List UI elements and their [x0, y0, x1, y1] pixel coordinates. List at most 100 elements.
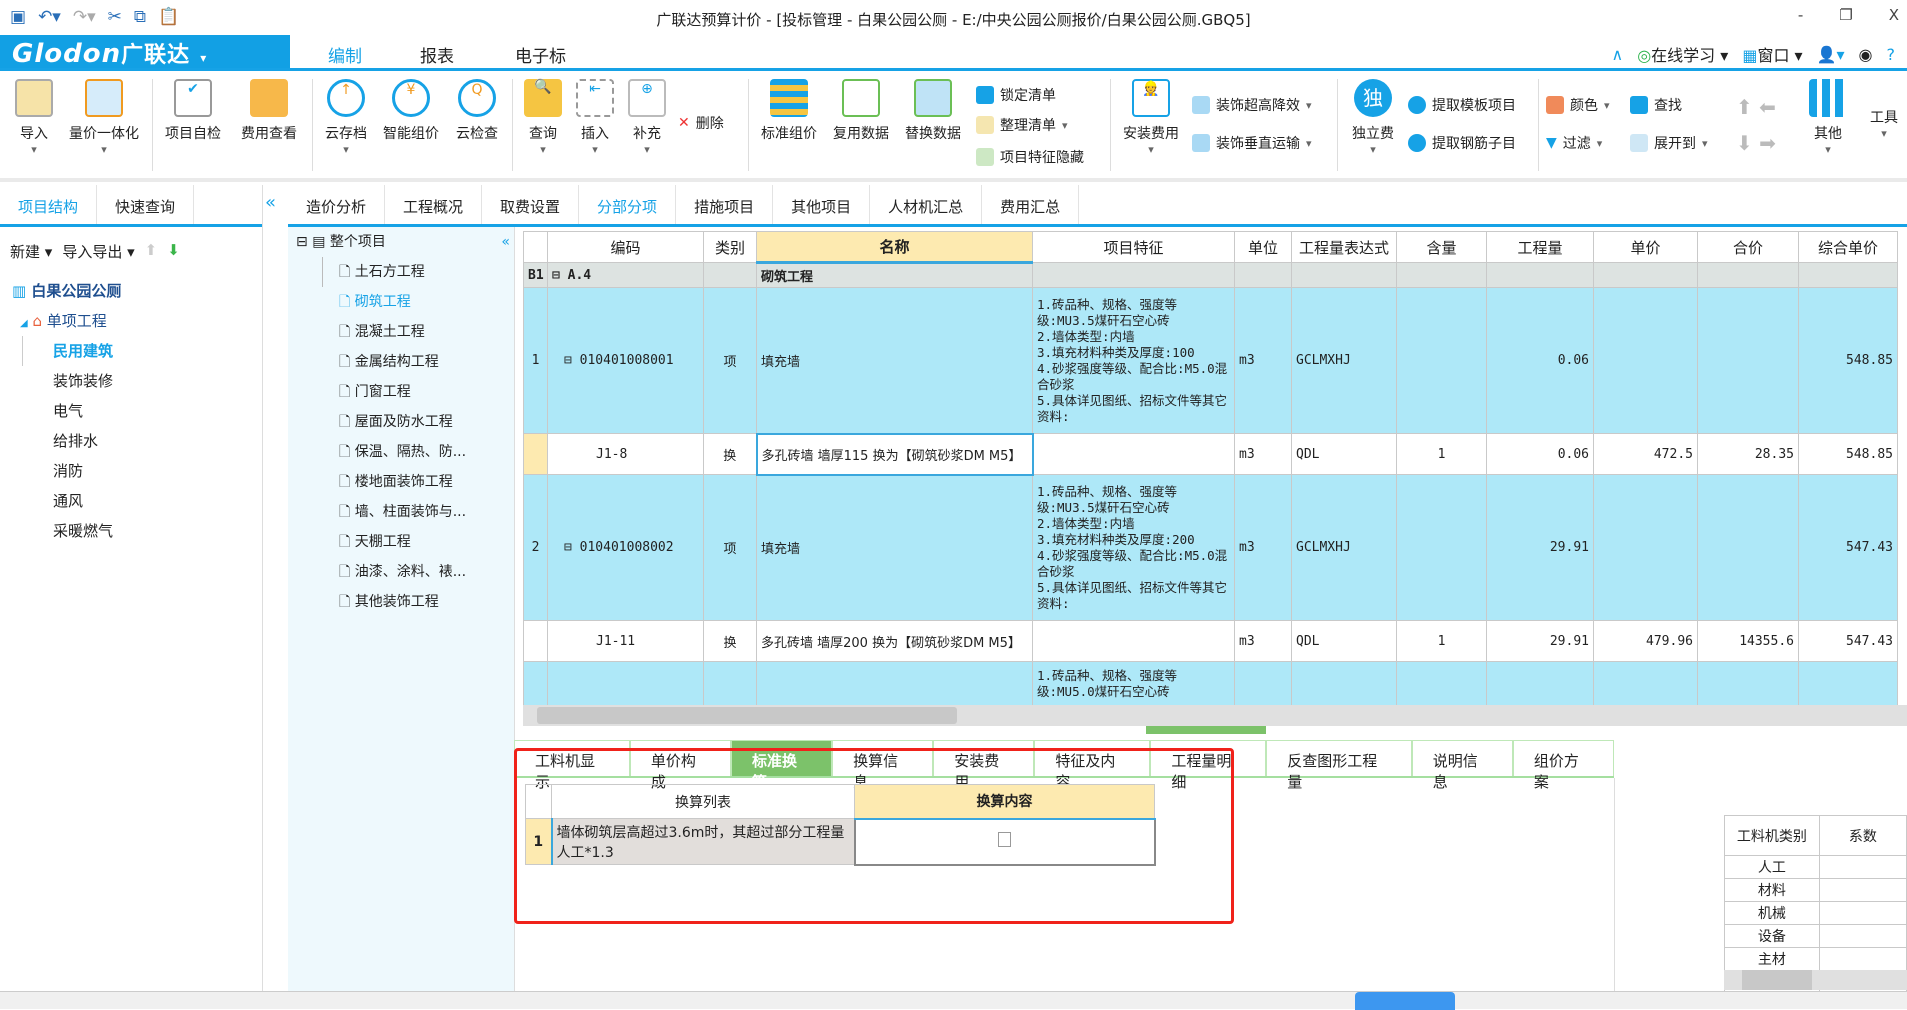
column-header[interactable]: 综合单价: [1798, 231, 1898, 263]
tab-cost-analysis[interactable]: 造价分析: [288, 185, 386, 224]
close-button[interactable]: X: [1889, 6, 1899, 24]
tree-project[interactable]: ▥ 白果公园公厕: [12, 276, 262, 306]
coef-row[interactable]: 材料: [1724, 878, 1907, 902]
extract-rebar-button[interactable]: 提取钢筋子目: [1408, 133, 1516, 153]
filter-button[interactable]: ▼ 过滤 ▾: [1546, 133, 1602, 153]
scroll-thumb[interactable]: [537, 707, 957, 724]
bottom-tab[interactable]: 说明信息: [1411, 740, 1513, 791]
standard-pricing-button[interactable]: 标准组价: [756, 79, 822, 143]
tab-labor-material-summary[interactable]: 人材机汇总: [870, 185, 983, 224]
bill-row[interactable]: 1 ⊟ 010401008001 项填充墙 1.砖品种、规格、强度等级:MU3.5煤矸…: [523, 287, 1898, 434]
collapse-tree-icon[interactable]: «: [501, 227, 514, 257]
query-button[interactable]: 🔍 查询 ▾: [520, 79, 566, 156]
tree-item[interactable]: 🗋 屋面及防水工程: [339, 407, 514, 437]
tree-item[interactable]: 🗋 砌筑工程: [339, 287, 514, 317]
coef-row[interactable]: 机械: [1724, 901, 1907, 925]
bill-row[interactable]: 1.砖品种、规格、强度等级:MU5.0煤矸石空心砖: [523, 661, 1898, 707]
tab-measures[interactable]: 措施项目: [676, 185, 774, 224]
column-header[interactable]: [523, 231, 548, 263]
tab-other-items[interactable]: 其他项目: [773, 185, 871, 224]
arrow-up-icon[interactable]: ⬆: [1736, 95, 1753, 119]
app-menu-button[interactable]: Glodon广联达 ▾: [0, 35, 290, 69]
tree-item[interactable]: 🗋 油漆、涂料、裱...: [339, 557, 514, 587]
reuse-data-button[interactable]: 复用数据: [828, 79, 894, 143]
window-button[interactable]: ▦窗口 ▾: [1742, 42, 1802, 66]
tree-item[interactable]: 给排水: [53, 426, 262, 456]
column-header[interactable]: 合价: [1697, 231, 1799, 263]
self-check-button[interactable]: ✔ 项目自检: [160, 79, 226, 143]
insert-button[interactable]: ⇤ 插入 ▾: [572, 79, 618, 156]
extract-template-button[interactable]: 提取模板项目: [1408, 95, 1516, 115]
column-header[interactable]: 名称: [756, 231, 1033, 264]
replace-data-button[interactable]: 替换数据: [900, 79, 966, 143]
coef-row[interactable]: 人工: [1724, 855, 1907, 879]
tab-report[interactable]: 报表: [420, 42, 454, 67]
collapse-icon[interactable]: ⊟: [564, 540, 572, 555]
move-up-icon[interactable]: ⬆: [145, 241, 158, 262]
import-button[interactable]: 导入 ▾: [12, 79, 56, 156]
hide-features-button[interactable]: 项目特征隐藏: [976, 147, 1084, 167]
move-down-icon[interactable]: ⬇: [167, 241, 180, 262]
column-header[interactable]: 类别: [703, 231, 757, 263]
smart-pricing-button[interactable]: ¥ 智能组价: [378, 79, 444, 143]
column-header[interactable]: 工程量表达式: [1291, 231, 1397, 263]
tab-quick-query[interactable]: 快速查询: [97, 185, 195, 224]
tools-button[interactable]: 工具 ▾: [1862, 107, 1906, 140]
fee-view-button[interactable]: 费用查看: [234, 79, 304, 143]
lock-list-button[interactable]: 锁定清单: [976, 85, 1056, 105]
restore-button[interactable]: ❐: [1839, 6, 1852, 24]
collapse-ribbon-icon[interactable]: ∧: [1611, 45, 1623, 64]
tree-item[interactable]: 🗋 楼地面装饰工程: [339, 467, 514, 497]
tab-sub-items[interactable]: 分部分项: [579, 185, 677, 224]
install-fee-button[interactable]: 👷 安装费用 ▾: [1118, 79, 1184, 156]
quota-row[interactable]: J1-11 换多孔砖墙 墙厚200 换为【砌筑砂浆DM M5】 m3 QDL 1 29.9…: [523, 620, 1898, 662]
bill-row[interactable]: 2 ⊟ 010401008002 项填充墙 1.砖品种、规格、强度等级:MU3.5煤矸…: [523, 474, 1898, 621]
section-row[interactable]: B1 ⊟ A.4 砌筑工程: [523, 262, 1898, 288]
column-header[interactable]: 编码: [547, 231, 704, 263]
quantity-price-button[interactable]: 量价一体化 ▾: [62, 79, 146, 156]
column-header[interactable]: 含量: [1396, 231, 1487, 263]
expand-to-button[interactable]: 展开到 ▾: [1630, 133, 1708, 153]
coef-scrollbar[interactable]: [1724, 970, 1907, 990]
tab-project-overview[interactable]: 工程概况: [385, 185, 483, 224]
delete-button[interactable]: ✕ 删除: [678, 113, 724, 133]
color-button[interactable]: 颜色 ▾: [1546, 95, 1610, 115]
tab-fee-settings[interactable]: 取费设置: [482, 185, 580, 224]
quota-row[interactable]: J1-8 换多孔砖墙 墙厚115 换为【砌筑砂浆DM M5】 m3 QDL 1 0.06 4…: [523, 432, 1898, 476]
arrow-down-icon[interactable]: ⬇: [1736, 131, 1753, 155]
supplement-button[interactable]: ⊕ 补充 ▾: [624, 79, 670, 156]
tree-item[interactable]: 采暖燃气: [53, 516, 262, 546]
tree-item[interactable]: 🗋 混凝土工程: [339, 317, 514, 347]
coef-row[interactable]: 主材: [1724, 947, 1907, 971]
coef-row[interactable]: 设备: [1724, 924, 1907, 948]
collapse-left-icon[interactable]: «: [265, 192, 276, 213]
help-button[interactable]: ?: [1887, 45, 1896, 64]
tree-item[interactable]: 消防: [53, 456, 262, 486]
column-header[interactable]: 项目特征: [1032, 231, 1235, 263]
robot-icon[interactable]: ◉: [1859, 45, 1873, 64]
tree-item[interactable]: 电气: [53, 396, 262, 426]
splitter-handle[interactable]: [1146, 726, 1266, 734]
column-header[interactable]: 工程量: [1486, 231, 1594, 263]
tab-e-bid[interactable]: 电子标: [515, 42, 566, 67]
status-button[interactable]: [1355, 992, 1455, 1010]
tab-project-structure[interactable]: 项目结构: [0, 185, 98, 224]
cloud-check-button[interactable]: Q 云检查: [450, 79, 504, 143]
collapse-icon[interactable]: ⊟: [564, 353, 572, 368]
tree-item[interactable]: 装饰装修: [53, 366, 262, 396]
organize-list-button[interactable]: 整理清单 ▾: [976, 115, 1068, 135]
tree-item[interactable]: 🗋 其他装饰工程: [339, 587, 514, 617]
independent-fee-button[interactable]: 独独立费 ▾: [1346, 79, 1400, 156]
tree-item[interactable]: 通风: [53, 486, 262, 516]
tree-item[interactable]: 🗋 墙、柱面装饰与...: [339, 497, 514, 527]
tab-edit[interactable]: 编制: [328, 42, 362, 67]
tree-item[interactable]: 🗋 土石方工程: [339, 257, 514, 287]
column-header[interactable]: 单价: [1593, 231, 1698, 263]
arrow-left-icon[interactable]: ⬅: [1759, 95, 1776, 119]
cloud-archive-button[interactable]: ↑ 云存档 ▾: [318, 79, 374, 156]
tree-item[interactable]: 🗋 保温、隔热、防...: [339, 437, 514, 467]
new-button[interactable]: 新建 ▾: [10, 241, 52, 262]
arrow-right-icon[interactable]: ➡: [1759, 131, 1776, 155]
minimize-button[interactable]: -: [1798, 6, 1803, 24]
tree-item[interactable]: 🗋 门窗工程: [339, 377, 514, 407]
